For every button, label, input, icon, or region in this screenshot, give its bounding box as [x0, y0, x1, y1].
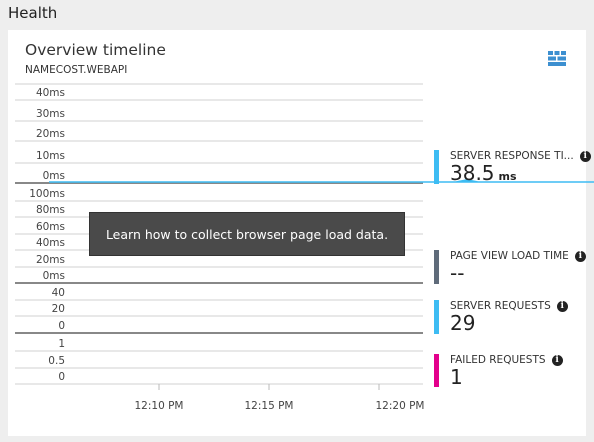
y-tick-label: 30ms [36, 108, 65, 120]
metric-label: FAILED REQUESTS [450, 354, 546, 366]
x-tick-label: 12:20 PM [376, 400, 425, 412]
y-tick-label: 100ms [29, 188, 65, 200]
metric-failed-requests[interactable]: FAILED REQUESTS i 1 [434, 354, 563, 389]
y-tick-label: 1 [58, 338, 65, 350]
metric-value: -- [450, 261, 465, 285]
y-tick-label: 0 [58, 371, 65, 383]
y-tick-label: 20ms [36, 254, 65, 266]
metric-server-requests[interactable]: SERVER REQUESTS i 29 [434, 300, 568, 334]
metric-value: 38.5 [450, 161, 495, 185]
y-tick-label: 80ms [36, 204, 65, 216]
y-tick-label: 60ms [36, 221, 65, 233]
y-tick-label: 40 [52, 287, 65, 299]
metric-server-response-time[interactable]: SERVER RESPONSE TI... i 38.5 ms [434, 150, 591, 184]
y-tick-label: 40ms [36, 237, 65, 249]
x-tick-label: 12:15 PM [245, 400, 294, 412]
y-tick-label: 40ms [36, 87, 65, 99]
y-tick-label: 0ms [43, 170, 65, 182]
y-tick-label: 10ms [36, 150, 65, 162]
metric-value: 29 [450, 311, 476, 335]
metric-page-view-load-time[interactable]: PAGE VIEW LOAD TIME i -- [434, 250, 586, 284]
info-icon[interactable]: i [574, 250, 586, 262]
metric-label: PAGE VIEW LOAD TIME [450, 250, 569, 262]
tooltip-text: Learn how to collect browser page load d… [105, 226, 389, 242]
info-icon[interactable]: i [556, 300, 568, 312]
y-tick-label: 20ms [36, 128, 65, 140]
info-icon[interactable]: i [579, 150, 591, 162]
y-tick-label: 20 [52, 303, 65, 315]
y-tick-label: 0.5 [48, 355, 65, 367]
x-tick-label: 12:10 PM [135, 400, 184, 412]
info-icon[interactable]: i [551, 354, 563, 366]
y-tick-label: 0 [58, 320, 65, 332]
y-tick-label: 0ms [43, 270, 65, 282]
metric-value: 1 [450, 365, 463, 389]
browser-data-tooltip[interactable]: Learn how to collect browser page load d… [89, 212, 405, 256]
metric-unit: ms [498, 170, 517, 183]
